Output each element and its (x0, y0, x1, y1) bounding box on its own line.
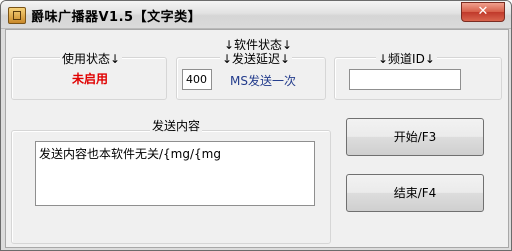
channel-id-input[interactable] (349, 69, 461, 90)
send-content-textarea[interactable]: 发送内容也本软件无关/{mg/{mg (35, 141, 315, 206)
end-button[interactable]: 结束/F4 (346, 174, 484, 212)
close-button[interactable]: ✕ (461, 2, 505, 22)
send-content-label: 发送内容 (150, 117, 203, 134)
usage-status-value: 未启用 (72, 72, 109, 86)
channel-id-label: ↓频道ID↓ (376, 50, 437, 67)
start-button[interactable]: 开始/F3 (346, 118, 484, 156)
client-area: ↓软件状态↓ 使用状态↓ 未启用 ↓发送延迟↓ MS发送一次 ↓频道ID↓ 发送… (5, 29, 509, 248)
window-title: 爵味广播器V1.5【文字类】 (31, 10, 202, 25)
title-bar[interactable]: 爵味广播器V1.5【文字类】 ✕ (1, 1, 511, 29)
send-delay-input[interactable] (182, 69, 212, 90)
send-delay-unit: MS发送一次 (230, 74, 296, 88)
main-window: 爵味广播器V1.5【文字类】 ✕ ↓软件状态↓ 使用状态↓ 未启用 ↓发送延迟↓… (0, 0, 512, 251)
app-icon (8, 7, 26, 24)
send-delay-label: ↓发送延迟↓ (220, 50, 293, 67)
usage-status-label: 使用状态↓ (60, 50, 123, 67)
